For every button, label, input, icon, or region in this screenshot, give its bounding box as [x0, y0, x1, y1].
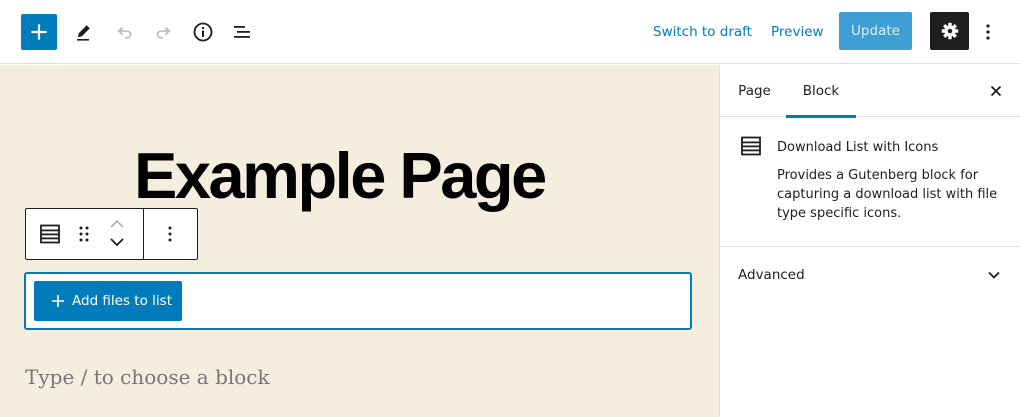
close-icon: [990, 85, 1002, 97]
settings-button[interactable]: [930, 12, 969, 50]
editor-canvas: Example Page Add files to list Type / to…: [0, 65, 719, 417]
add-files-button[interactable]: Add files to list: [34, 281, 182, 321]
undo-button[interactable]: [106, 14, 142, 50]
block-card: Download List with Icons Provides a Gute…: [720, 118, 1020, 247]
details-button[interactable]: [185, 14, 221, 50]
plus-icon: [31, 24, 47, 40]
sidebar-tabs: Page Block: [720, 65, 1020, 118]
move-down-button[interactable]: [106, 235, 128, 249]
block-type-button[interactable]: [36, 221, 64, 247]
advanced-panel-label: Advanced: [738, 267, 805, 283]
tab-page[interactable]: Page: [738, 65, 771, 117]
block-card-title: Download List with Icons: [777, 140, 939, 155]
preview-button[interactable]: Preview: [771, 14, 824, 50]
block-card-description: Provides a Gutenberg block for capturing…: [777, 168, 998, 221]
block-appender-placeholder[interactable]: Type / to choose a block: [25, 365, 270, 389]
block-options-button[interactable]: [158, 221, 182, 247]
editor-header: Switch to draft Preview Update: [0, 0, 1020, 64]
toolbar-divider: [143, 209, 144, 259]
list-view-icon: [234, 26, 250, 38]
redo-icon: [156, 26, 171, 39]
page-title[interactable]: Example Page: [134, 143, 547, 208]
edit-tool-button[interactable]: [66, 14, 102, 50]
block-toolbar: [25, 208, 198, 260]
pencil-icon: [77, 25, 90, 41]
options-menu-button[interactable]: [975, 14, 1001, 50]
drag-handle[interactable]: [74, 222, 94, 246]
settings-sidebar: Page Block Download List with Icons Prov…: [719, 65, 1020, 417]
switch-to-draft-button[interactable]: Switch to draft: [653, 14, 752, 50]
download-list-icon: [40, 224, 60, 244]
redo-button[interactable]: [146, 14, 182, 50]
chevron-up-icon: [110, 220, 124, 228]
list-view-button[interactable]: [224, 14, 260, 50]
add-files-label: Add files to list: [72, 293, 172, 309]
download-list-block[interactable]: Add files to list: [24, 272, 692, 330]
move-up-button[interactable]: [106, 217, 128, 231]
download-list-icon: [740, 136, 762, 158]
tab-block-label: Block: [802, 83, 840, 99]
vertical-ellipsis-icon: [168, 226, 172, 242]
undo-icon: [117, 26, 132, 39]
drag-handle-icon: [79, 226, 89, 242]
close-sidebar-button[interactable]: [984, 79, 1008, 103]
tab-block[interactable]: Block: [786, 65, 856, 118]
chevron-down-icon: [110, 238, 124, 246]
advanced-panel-toggle[interactable]: Advanced: [720, 248, 1020, 302]
chevron-down-icon: [984, 265, 1004, 285]
gear-icon: [941, 22, 958, 40]
plus-icon: [51, 294, 65, 308]
update-button[interactable]: Update: [839, 12, 912, 50]
vertical-ellipsis-icon: [986, 24, 990, 40]
info-icon: [193, 22, 213, 42]
block-inserter-button[interactable]: [21, 14, 57, 50]
